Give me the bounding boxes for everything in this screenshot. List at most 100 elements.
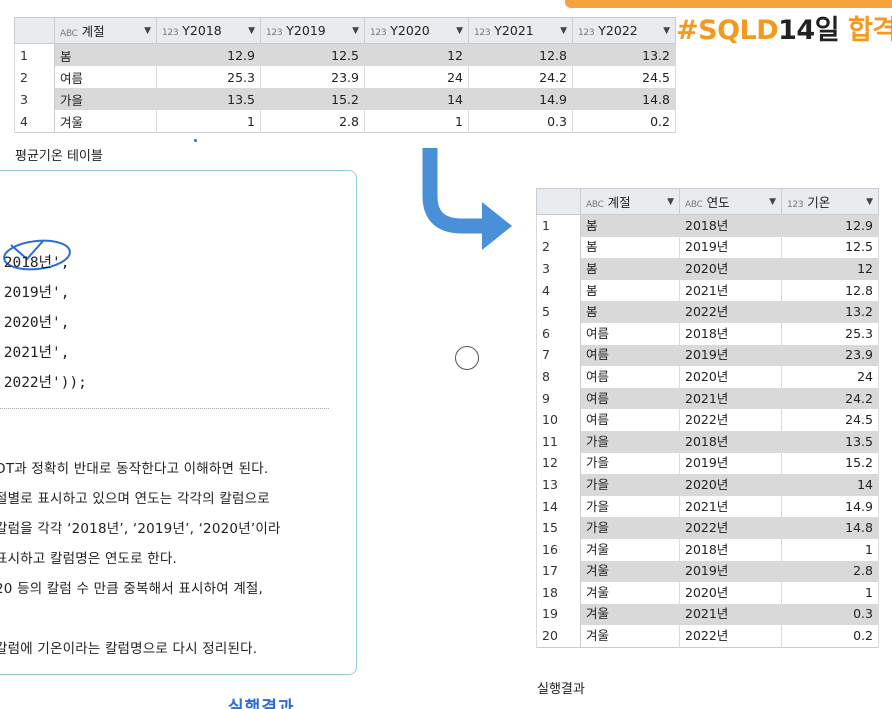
season-cell: 겨울 [54, 110, 157, 133]
value-cell: 14 [364, 88, 469, 110]
season-cell: 봄 [54, 43, 157, 66]
year-cell: 2020년 [679, 366, 782, 388]
temp-cell: 14 [781, 474, 879, 496]
row-number: 6 [536, 322, 581, 345]
column-type-icon: ABC [60, 29, 78, 39]
badge-day: 일 [814, 15, 840, 46]
row-number: 7 [536, 344, 581, 367]
result-column-header[interactable]: ABC 연도 ▼ [679, 188, 782, 215]
pivot-column-header[interactable]: 123 Y2020 ▼ [364, 17, 469, 44]
season-cell: 봄 [580, 279, 680, 302]
value-cell: 14.9 [468, 88, 573, 110]
dropdown-caret-icon[interactable]: ▼ [866, 197, 873, 207]
temp-cell: 1 [781, 582, 879, 604]
value-cell: 1 [364, 110, 469, 133]
season-cell: 겨울 [580, 538, 680, 561]
pen-dot [194, 139, 197, 142]
pivot-column-header[interactable]: 123 Y2021 ▼ [468, 17, 573, 44]
dropdown-caret-icon[interactable]: ▼ [248, 26, 255, 36]
pivot-column-header[interactable]: ABC 계절 ▼ [54, 17, 157, 44]
temp-cell: 12.9 [781, 214, 879, 237]
dropdown-caret-icon[interactable]: ▼ [769, 197, 776, 207]
column-type-icon: ABC [685, 200, 703, 210]
row-number: 5 [536, 301, 581, 323]
table-row: 3 봄 2020년 12 [536, 258, 879, 280]
row-number: 14 [536, 495, 581, 518]
header-label-group: 123 기온 [787, 192, 830, 211]
dropdown-caret-icon[interactable]: ▼ [456, 26, 463, 36]
badge-pass: 합격 [847, 15, 892, 46]
header-inner: ABC 계절 ▼ [60, 21, 151, 40]
prose-line: 표시하고 칼럼명은 연도로 한다. [0, 551, 178, 567]
season-cell: 가을 [580, 430, 680, 453]
table-row: 16 겨울 2018년 1 [536, 538, 879, 561]
table-row: 6 여름 2018년 25.3 [536, 322, 879, 345]
value-cell: 2.8 [260, 110, 365, 133]
temp-cell: 25.3 [781, 322, 879, 345]
dropdown-caret-icon[interactable]: ▼ [144, 26, 151, 36]
table-row: 12 가을 2019년 15.2 [536, 452, 879, 475]
year-cell: 2022년 [679, 625, 782, 648]
column-header-label: Y2018 [182, 23, 222, 38]
row-number: 19 [536, 603, 581, 626]
table-row: 4 겨울 1 2.8 1 0.3 0.2 [14, 110, 676, 133]
season-cell: 겨울 [580, 582, 680, 604]
season-cell: 가을 [580, 452, 680, 475]
pivot-column-header[interactable]: 123 Y2022 ▼ [572, 17, 676, 44]
header-inner: ABC 연도 ▼ [685, 192, 776, 211]
temp-cell: 13.2 [781, 301, 879, 323]
season-cell: 겨울 [580, 625, 680, 648]
result-column-header[interactable]: ABC 계절 ▼ [580, 188, 680, 215]
badge-number: 14 [778, 15, 815, 46]
header-label-group: 123 Y2018 [162, 23, 222, 38]
temp-cell: 0.2 [781, 625, 879, 648]
table-row: 3 가을 13.5 15.2 14 14.9 14.8 [14, 88, 676, 110]
result-column-header[interactable]: 123 기온 ▼ [781, 188, 879, 215]
temp-cell: 2.8 [781, 560, 879, 583]
column-type-icon: 123 [474, 28, 491, 38]
row-number: 8 [536, 366, 581, 388]
row-number: 11 [536, 430, 581, 453]
column-header-label: Y2019 [286, 23, 326, 38]
prose-line: 칼럼에 기온이라는 칼럼명으로 다시 정리된다. [0, 641, 258, 657]
year-cell: 2020년 [679, 474, 782, 496]
season-cell: 봄 [580, 258, 680, 280]
result-table: ABC 계절 ▼ ABC 연도 ▼ 123 기온 ▼ 1 봄 2018년 12.9 2 봄 2019년 12.… [536, 188, 879, 648]
dropdown-caret-icon[interactable]: ▼ [560, 26, 567, 36]
value-cell: 24.2 [468, 66, 573, 88]
season-cell: 봄 [580, 301, 680, 323]
value-cell: 24 [364, 66, 469, 88]
value-cell: 24.5 [572, 66, 676, 88]
header-label-group: ABC 계절 [60, 21, 105, 40]
value-cell: 13.2 [572, 43, 676, 66]
badge-hash: #SQLD [676, 15, 779, 46]
season-cell: 여름 [580, 344, 680, 367]
divider [0, 408, 329, 409]
temp-cell: 13.5 [781, 430, 879, 453]
header-label-group: 123 Y2021 [474, 23, 534, 38]
table-row: 19 겨울 2021년 0.3 [536, 603, 879, 626]
pivot-body: 1 봄 12.9 12.5 12 12.8 13.2 2 여름 25.3 23.9 24 24.2 24.… [14, 43, 676, 133]
table-row: 10 여름 2022년 24.5 [536, 409, 879, 431]
year-cell: 2020년 [679, 582, 782, 604]
table-row: 14 가을 2021년 14.9 [536, 495, 879, 518]
pivot-column-header[interactable]: 123 Y2019 ▼ [260, 17, 365, 44]
row-number: 2 [14, 66, 55, 88]
row-number: 12 [536, 452, 581, 475]
textbook-excerpt: '2018년', '2019년', '2020년', '2021년', '202… [0, 170, 357, 675]
row-number: 9 [536, 387, 581, 410]
table-row: 2 여름 25.3 23.9 24 24.2 24.5 [14, 66, 676, 88]
dropdown-caret-icon[interactable]: ▼ [352, 26, 359, 36]
pivot-column-header[interactable]: 123 Y2018 ▼ [156, 17, 261, 44]
dropdown-caret-icon[interactable]: ▼ [663, 26, 670, 36]
pivot-caption: 평균기온 테이블 [15, 149, 103, 164]
value-cell: 12.5 [260, 43, 365, 66]
temp-cell: 12.8 [781, 279, 879, 302]
column-header-label: Y2020 [390, 23, 430, 38]
row-number: 3 [14, 88, 55, 110]
channel-badge: #SQLD14일 합격 [676, 8, 892, 47]
temp-cell: 1 [781, 538, 879, 561]
year-cell: 2019년 [679, 236, 782, 259]
dropdown-caret-icon[interactable]: ▼ [667, 197, 674, 207]
pivot-table: ABC 계절 ▼ 123 Y2018 ▼ 123 Y2019 ▼ 123 Y2020 ▼ 123 Y202… [14, 17, 676, 133]
